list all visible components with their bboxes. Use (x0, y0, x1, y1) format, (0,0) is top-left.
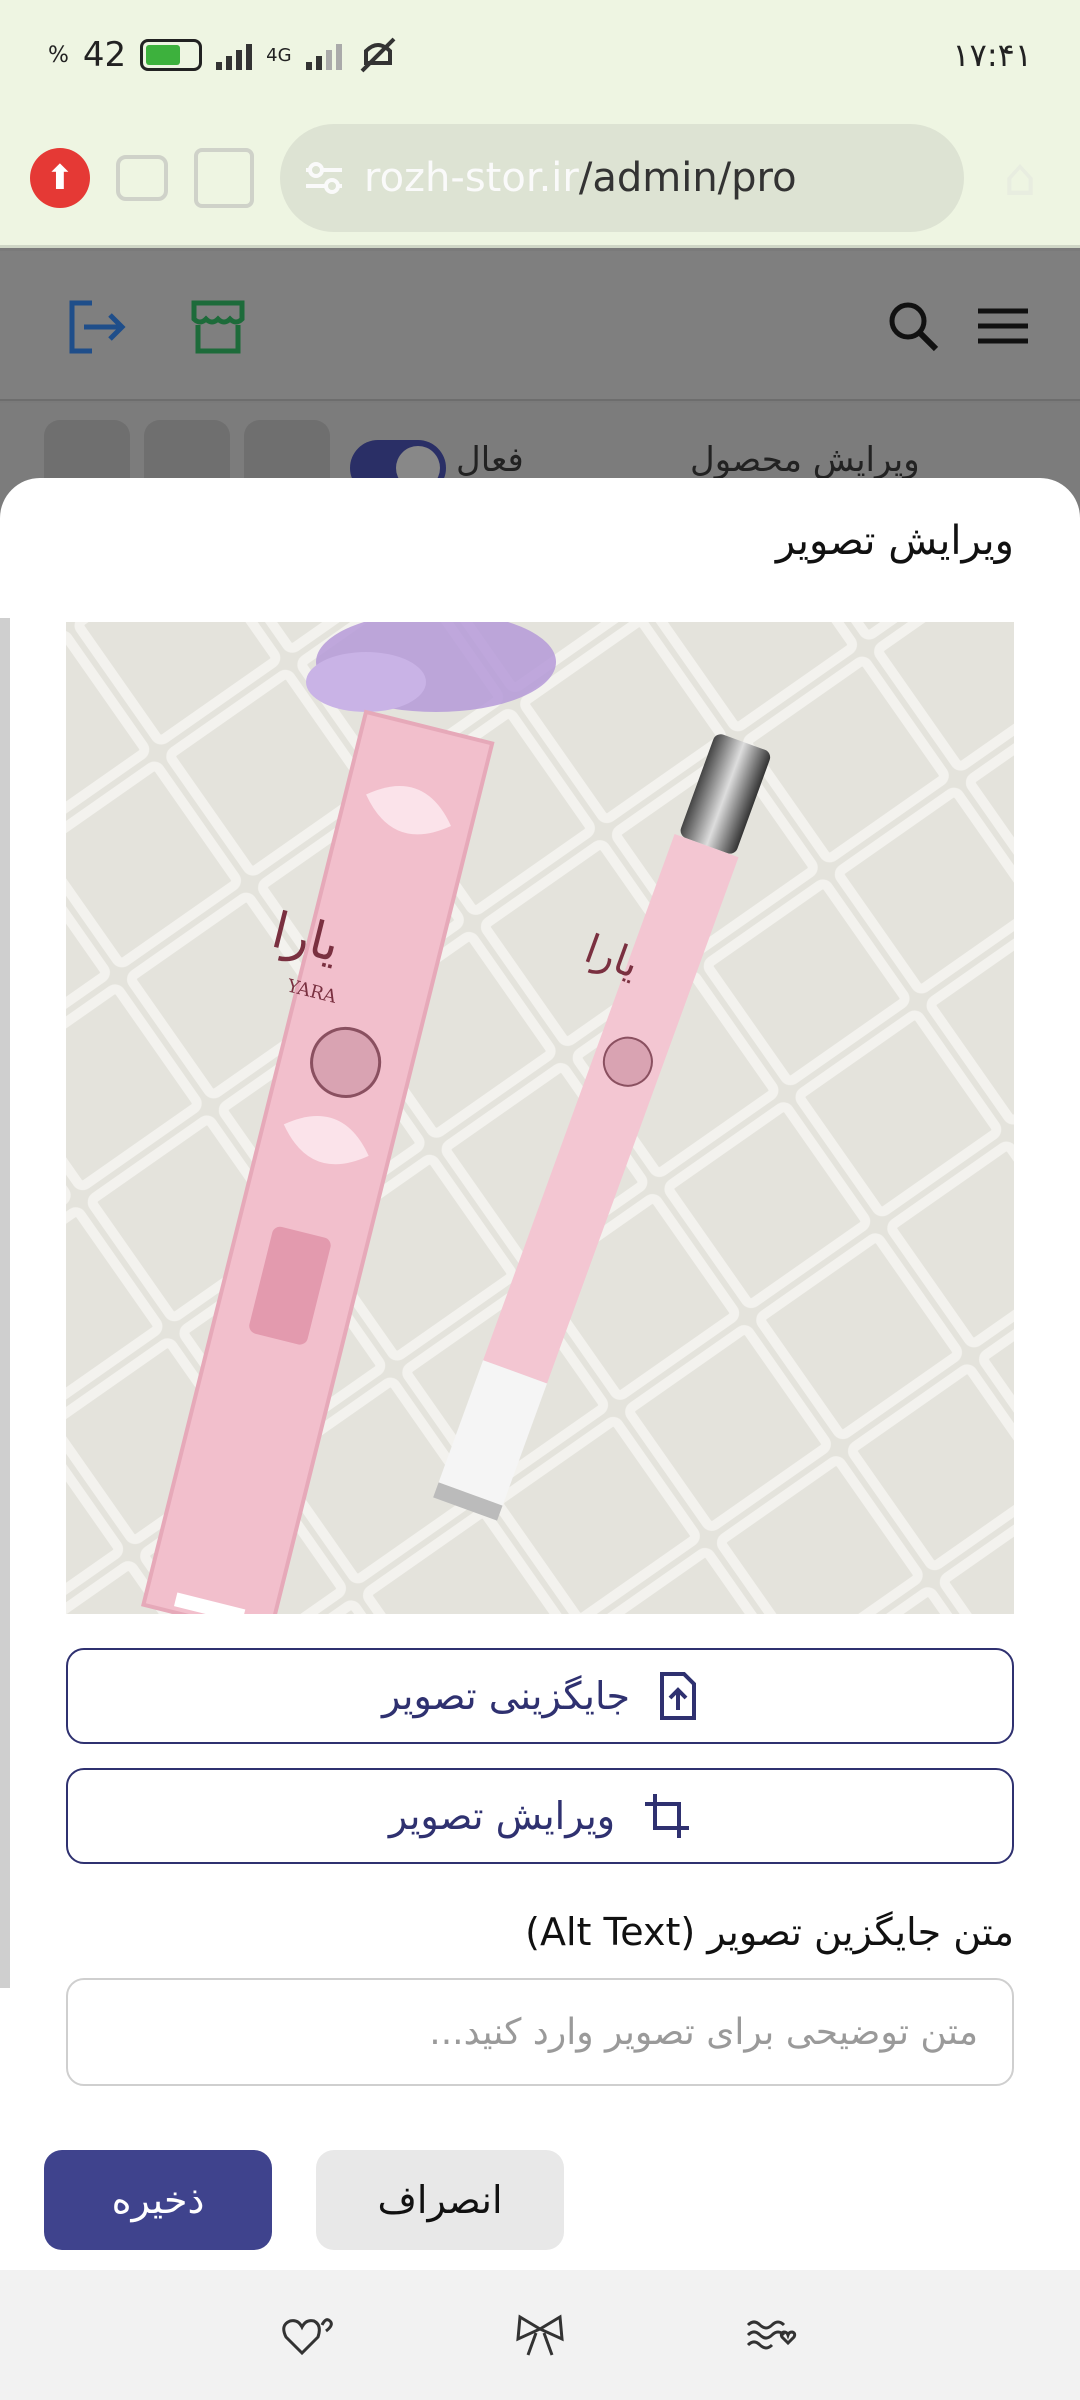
address-bar[interactable]: rozh-stor.ir/admin/pro (280, 123, 964, 232)
replace-image-label: جایگزینی تصویر (381, 1674, 631, 1718)
browser-toolbar: ⬆ rozh-stor.ir/admin/pro ⌂ (0, 110, 1080, 248)
signal-icon (216, 40, 253, 70)
battery-percent-sign: % (48, 42, 69, 68)
scroll-indicator (0, 618, 10, 1988)
alt-text-input[interactable] (66, 1978, 1014, 2086)
sheet-title: ویرایش تصویر (775, 518, 1014, 564)
alt-text-label: متن جایگزین تصویر (Alt Text) (525, 1910, 1014, 1954)
url-path: /admin/pro (578, 154, 797, 201)
menu-icon[interactable] (976, 299, 1030, 353)
network-type: 4G (266, 44, 292, 66)
hearts-icon[interactable] (282, 2313, 334, 2357)
page-title: ویرایش محصول (690, 440, 920, 480)
bow-icon[interactable] (514, 2313, 566, 2357)
store-icon[interactable] (190, 299, 246, 355)
active-label: فعال (456, 440, 524, 480)
edit-image-label: ویرایش تصویر (388, 1794, 616, 1838)
mute-icon (360, 37, 395, 73)
home-icon[interactable]: ⌂ (990, 148, 1050, 208)
upload-icon[interactable]: ⬆ (30, 147, 90, 208)
status-left: % 42 4G (48, 35, 400, 75)
crop-icon (645, 1794, 690, 1838)
tab-count-icon[interactable] (116, 154, 168, 201)
edit-image-sheet: ویرایش تصویر يارا YARA يارا جایگزینی تصو… (0, 478, 1080, 2270)
save-button[interactable]: ذخیره (44, 2150, 272, 2250)
replace-image-button[interactable]: جایگزینی تصویر (66, 1648, 1014, 1744)
bottom-toolbar (0, 2270, 1080, 2400)
heart-waves-icon[interactable] (746, 2313, 798, 2357)
status-bar: % 42 4G ۱۷:۴۱ (0, 0, 1080, 110)
url-domain: rozh-stor.ir (364, 154, 579, 201)
search-icon[interactable] (886, 299, 940, 353)
clock: ۱۷:۴۱ (952, 36, 1032, 74)
battery-icon (140, 39, 203, 71)
site-settings-icon[interactable] (302, 158, 346, 198)
translate-icon[interactable] (194, 147, 254, 208)
product-image: يارا YARA يارا (66, 622, 1014, 1614)
cancel-button[interactable]: انصراف (316, 2150, 564, 2250)
battery-level: 42 (82, 35, 127, 75)
edit-image-button[interactable]: ویرایش تصویر (66, 1768, 1014, 1864)
file-upload-icon (660, 1672, 697, 1720)
logout-icon[interactable] (66, 299, 128, 355)
app-header (0, 251, 1080, 401)
signal-icon-2 (305, 40, 342, 70)
